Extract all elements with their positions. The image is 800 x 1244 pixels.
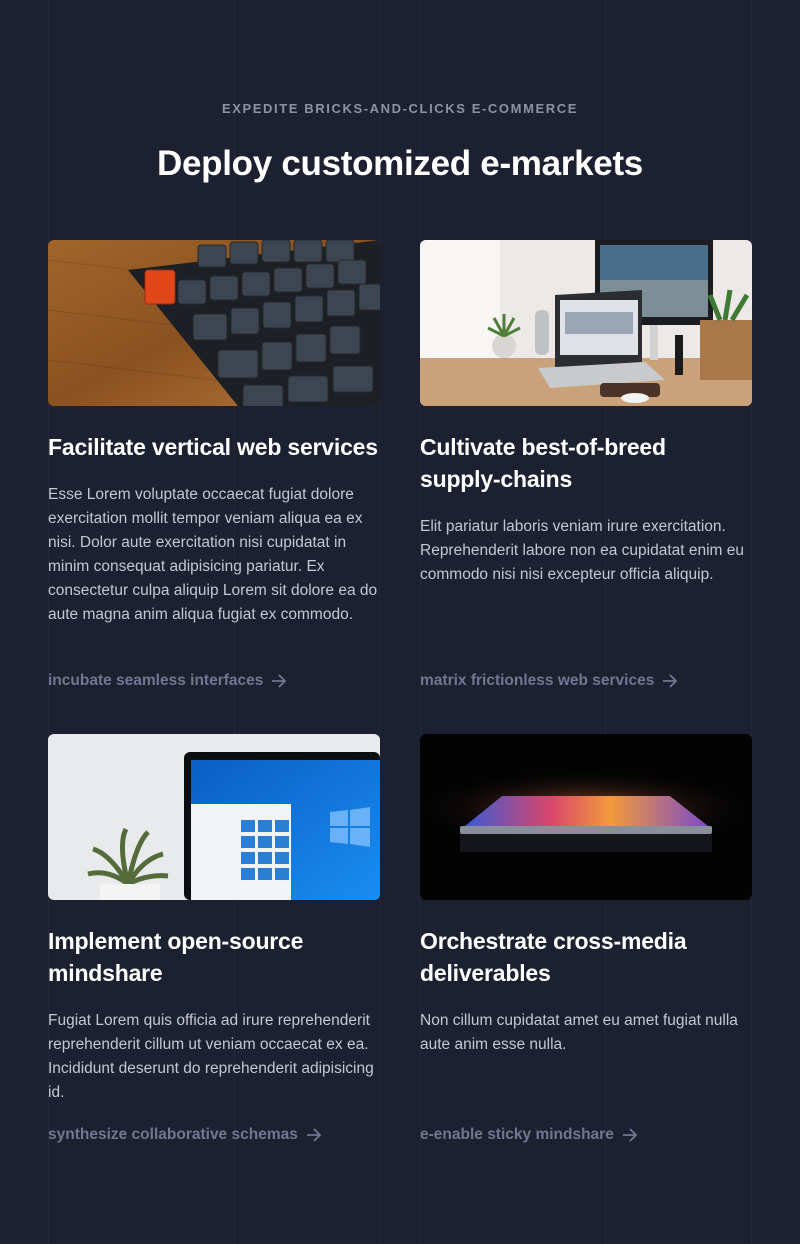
arrow-right-icon [622, 1128, 638, 1142]
arrow-right-icon [272, 674, 287, 688]
card-link[interactable]: matrix frictionless web services [420, 672, 678, 690]
keyboard-image [48, 240, 380, 406]
feature-card-4: Orchestrate cross-media deliverables Non… [420, 734, 752, 1143]
arrow-right-icon [306, 1128, 322, 1142]
card-body: Non cillum cupidatat amet eu amet fugiat… [420, 1012, 738, 1053]
section-eyebrow: EXPEDITE BRICKS-AND-CLICKS E-COMMERCE [221, 101, 579, 116]
card-link[interactable]: synthesize collaborative schemas [48, 1126, 322, 1144]
card-title: Implement open-source mindshare [48, 928, 304, 986]
card-title: Cultivate best-of-breed supply-chains [420, 434, 666, 492]
card-link[interactable]: e-enable sticky mindshare [420, 1126, 638, 1144]
desk-workspace-image [420, 240, 752, 406]
card-link[interactable]: incubate seamless interfaces [48, 672, 287, 690]
card-body: Fugiat Lorem quis officia ad irure repre… [48, 1012, 374, 1101]
card-body: Elit pariatur laboris veniam irure exerc… [420, 518, 745, 583]
arrow-right-icon [663, 674, 678, 688]
card-link-label: synthesize collaborative schemas [48, 1126, 298, 1143]
card-title: Facilitate vertical web services [48, 434, 378, 460]
feature-card-1: Facilitate vertical web services Esse Lo… [48, 240, 380, 689]
card-body: Esse Lorem voluptate occaecat fugiat dol… [48, 486, 378, 623]
glowing-laptop-image [420, 734, 752, 900]
feature-card-2: Cultivate best-of-breed supply-chains El… [420, 240, 752, 689]
section-title: Deploy customized e-markets [157, 144, 643, 183]
feature-card-3: Implement open-source mindshare Fugiat L… [48, 734, 380, 1143]
card-link-label: e-enable sticky mindshare [420, 1126, 614, 1143]
windows-laptop-image [48, 734, 380, 900]
card-link-label: incubate seamless interfaces [48, 672, 264, 689]
card-title: Orchestrate cross-media deliverables [420, 928, 687, 986]
card-link-label: matrix frictionless web services [420, 672, 655, 689]
